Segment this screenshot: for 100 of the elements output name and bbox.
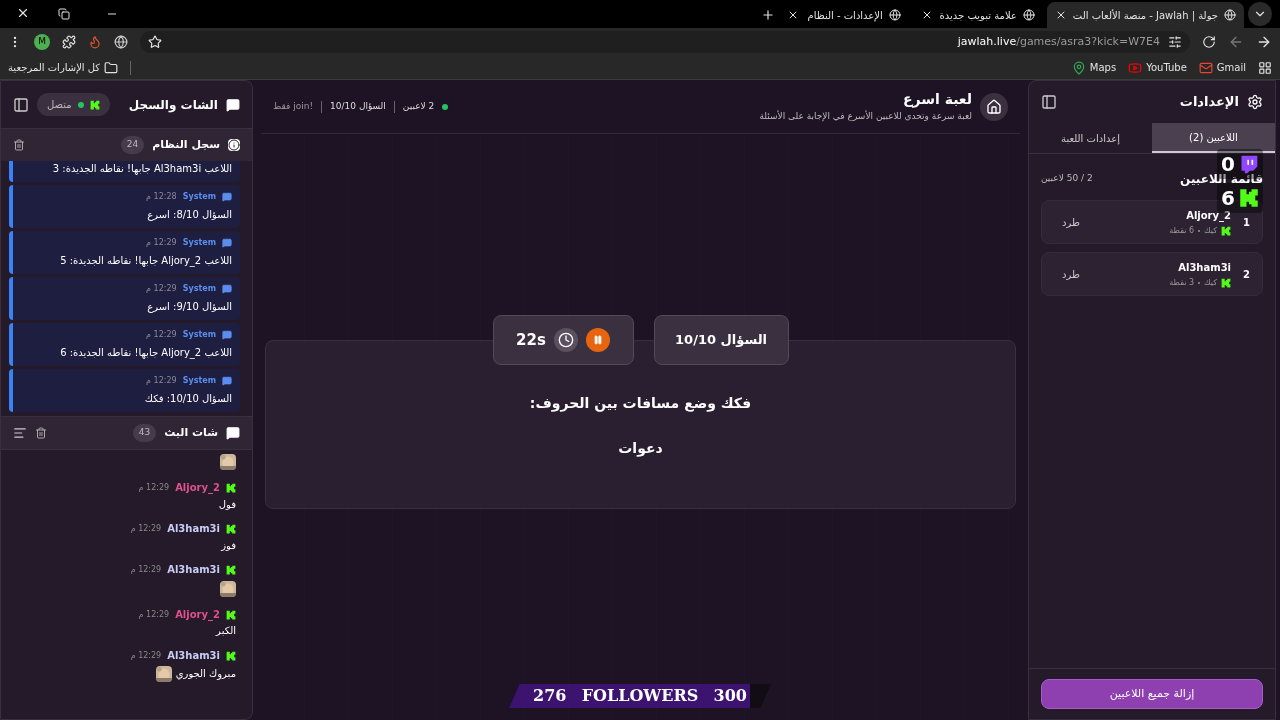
player-platform: كيك	[1204, 276, 1218, 289]
browser-tab[interactable]: علامة تبويب جديدة	[912, 2, 1043, 28]
sender-name: System	[182, 375, 216, 387]
clock-icon	[557, 332, 574, 348]
log-text: اللاعب Aljory_2 جابها! نقاطه الجديدة: 6	[59, 346, 232, 360]
message-text: الكبر	[216, 625, 236, 638]
overlay-count: 6	[1221, 186, 1235, 211]
pause-icon	[592, 335, 603, 345]
connection-status: متصل	[37, 93, 110, 116]
sender-name: System	[182, 191, 216, 203]
bot-icon	[222, 376, 232, 386]
kick-logo-icon	[226, 565, 236, 576]
home-button[interactable]	[980, 92, 1008, 121]
youtube-icon	[1128, 60, 1143, 75]
restore-icon[interactable]	[58, 8, 70, 20]
bookmark-link[interactable]: Maps	[1071, 60, 1117, 75]
settings-tab[interactable]: إعدادات اللعبة	[1029, 123, 1152, 153]
tab-list-button[interactable]	[1248, 2, 1272, 26]
bookmark-link[interactable]: Gmail	[1198, 60, 1246, 75]
panel-title: الشات والسجل	[128, 96, 218, 114]
username: Al3ham3i	[167, 564, 220, 577]
kick-logo-icon	[226, 483, 236, 494]
extension-icon[interactable]	[114, 35, 128, 49]
message-text: فوز	[221, 539, 236, 552]
new-tab-icon[interactable]	[760, 8, 775, 22]
bot-icon	[222, 238, 232, 248]
sender-name: System	[182, 329, 216, 341]
log-text: اللاعب Al3ham3i جابها! نقاطه الجديدة: 3	[51, 162, 232, 176]
list-title: قائمة اللاعبين	[1180, 171, 1263, 188]
message-time: 12:29 م	[130, 650, 162, 661]
kick-logo-icon	[226, 609, 236, 620]
reload-icon[interactable]	[1202, 35, 1216, 49]
apps-icon[interactable]	[1258, 60, 1272, 75]
browser-tab[interactable]: الإعدادات - النظام	[778, 2, 909, 28]
players-count: 2 لاعبين	[402, 99, 435, 113]
sender-name: System	[182, 237, 216, 249]
flame-icon[interactable]	[88, 35, 102, 49]
question-word: دعوات	[618, 439, 663, 459]
message-time: 12:29 م	[130, 524, 162, 535]
bookmark-link[interactable]: YouTube	[1128, 60, 1187, 75]
site-settings-icon[interactable]	[1168, 35, 1182, 49]
settings-icon	[1247, 94, 1263, 110]
message-time: 12:29 م	[146, 375, 177, 387]
mail-icon	[1198, 60, 1213, 75]
tab-title: علامة تبويب جديدة	[938, 8, 1017, 23]
player-name: Al3ham3i	[1177, 260, 1232, 275]
remove-all-players-button[interactable]: إزالة جميع اللاعبين	[1041, 679, 1263, 709]
trash-icon[interactable]	[35, 427, 47, 439]
kick-logo-icon	[1239, 188, 1259, 208]
question-badge: السؤال 10/10	[653, 315, 789, 365]
settings-tab[interactable]: اللاعبين (2)	[1152, 123, 1275, 153]
bookmark-star-icon[interactable]	[148, 35, 162, 49]
bot-icon	[222, 330, 232, 340]
chat-icon	[226, 426, 240, 440]
player-platform: كيك	[1204, 224, 1218, 237]
section-title: سجل النظام	[152, 136, 220, 153]
log-text: اللاعب Aljory_2 جابها! نقاطه الجديدة: 5	[59, 254, 232, 268]
message-time: 12:29 م	[146, 329, 177, 341]
game-subtitle: لعبة سرعة وتحدي للاعبين الأسرع في الإجابة على الأسئلة	[759, 110, 972, 124]
profile-avatar[interactable]: M	[34, 34, 50, 50]
collapse-panel-icon[interactable]	[13, 96, 29, 113]
address-field[interactable]: jawlah.live/games/asra3?kick=W7E4	[140, 31, 1190, 53]
message-time: 12:29 م	[146, 283, 177, 295]
trash-icon[interactable]	[13, 139, 25, 151]
player-name: Aljory_2	[1185, 208, 1232, 223]
kick-player-button[interactable]: طرد	[1054, 266, 1088, 282]
kick-logo-icon	[226, 524, 236, 535]
tab-title: الإعدادات - النظام	[806, 8, 883, 23]
game-title: لعبة اسرع	[901, 90, 972, 110]
collapse-panel-icon[interactable]	[1041, 94, 1057, 110]
align-icon[interactable]	[13, 426, 27, 440]
map-pin-icon	[1071, 60, 1086, 75]
close-window-icon[interactable]	[16, 6, 30, 20]
kick-logo-icon	[89, 99, 100, 110]
username: Aljory_2	[175, 608, 220, 621]
url-text: jawlah.live/games/asra3?kick=W7E4	[957, 33, 1160, 50]
browser-tab[interactable]: جولة | Jawlah - منصة الألعاب الت	[1046, 2, 1244, 28]
kick-logo-icon	[226, 650, 236, 661]
username: Aljory_2	[175, 482, 220, 495]
player-rank: 1	[1243, 215, 1250, 230]
username: Al3ham3i	[167, 649, 220, 662]
timer-text: 22s	[516, 329, 546, 351]
sender-name: System	[182, 283, 216, 295]
pause-button[interactable]	[585, 328, 610, 352]
kick-logo-icon	[1221, 225, 1232, 236]
message-time: 12:29 م	[138, 483, 170, 494]
followers-label: FOLLOWERS	[581, 685, 699, 707]
forward-icon[interactable]	[1228, 34, 1244, 50]
message-time: 12:28 م	[146, 191, 177, 203]
kick-player-button[interactable]: طرد	[1054, 214, 1088, 230]
back-icon[interactable]	[1256, 34, 1272, 50]
player-points: 3 نقطة	[1169, 276, 1195, 289]
question-prompt: فكك وضع مسافات بين الحروف:	[529, 394, 752, 414]
join-hint: !join فقط	[273, 99, 314, 113]
extensions-icon[interactable]	[62, 35, 76, 49]
player-points: 6 نقطة	[1169, 224, 1195, 237]
message-time: 12:29 م	[138, 609, 170, 620]
chat-icon	[226, 97, 240, 112]
all-bookmarks-link[interactable]: كل الإشارات المرجعية	[8, 60, 119, 75]
info-icon	[228, 139, 240, 151]
